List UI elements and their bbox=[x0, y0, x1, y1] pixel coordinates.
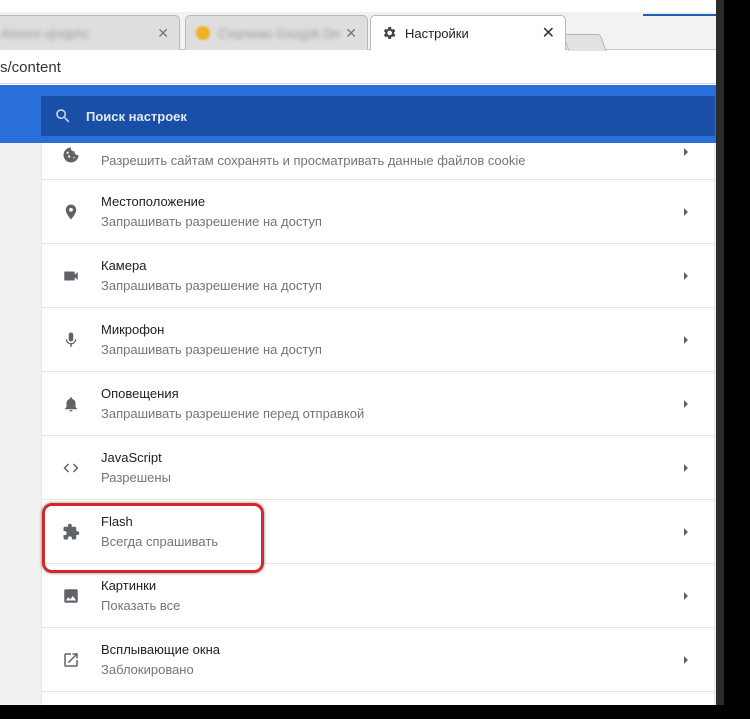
setting-row-microphone[interactable]: Микрофон Запрашивать разрешение на досту… bbox=[42, 308, 716, 372]
setting-subtitle: Показать все bbox=[101, 597, 181, 613]
setting-subtitle: Разрешить сайтам сохранять и просматрива… bbox=[101, 153, 526, 168]
close-icon[interactable]: ✕ bbox=[345, 25, 357, 42]
setting-title: Всплывающие окна bbox=[101, 641, 221, 657]
window-border-right bbox=[724, 0, 750, 719]
gear-icon bbox=[383, 27, 396, 39]
setting-row-cookies[interactable]: Разрешить сайтам сохранять и просматрива… bbox=[42, 143, 716, 180]
camera-icon bbox=[64, 271, 78, 280]
microphone-icon bbox=[65, 332, 77, 347]
close-icon[interactable]: ✕ bbox=[157, 25, 169, 42]
address-bar[interactable]: s/content bbox=[0, 51, 716, 84]
setting-title: Микрофон bbox=[101, 321, 165, 337]
chevron-right-icon bbox=[684, 655, 688, 664]
tab-settings[interactable]: Настройки ✕ bbox=[370, 15, 566, 50]
chevron-right-icon bbox=[684, 148, 688, 156]
setting-title: Картинки bbox=[101, 577, 157, 593]
popup-icon bbox=[64, 652, 78, 667]
setting-subtitle: Разрешены bbox=[101, 469, 171, 485]
setting-subtitle: Запрашивать разрешение на доступ bbox=[101, 213, 322, 229]
settings-header: Поиск настроек bbox=[0, 85, 716, 143]
tab-label: Cxqnwau Gxugzk Dmrr bbox=[218, 25, 340, 41]
setting-row-images[interactable]: Картинки Показать все bbox=[42, 564, 716, 628]
setting-subtitle: Запрашивать разрешение на доступ bbox=[101, 277, 322, 293]
location-icon bbox=[65, 204, 77, 219]
tab-1[interactable]: Amsmi ujnqphc ✕ bbox=[0, 15, 180, 50]
tab-strip: Amsmi ujnqphc ✕ Cxqnwau Gxugzk Dmrr ✕ На… bbox=[0, 12, 716, 54]
setting-title: Местоположение bbox=[101, 193, 206, 209]
tab-2[interactable]: Cxqnwau Gxugzk Dmrr ✕ bbox=[185, 15, 368, 50]
favicon-icon bbox=[196, 26, 210, 40]
setting-row-popups[interactable]: Всплывающие окна Заблокировано bbox=[42, 628, 716, 692]
chevron-right-icon bbox=[684, 335, 688, 344]
accent-line bbox=[643, 14, 716, 16]
search-icon bbox=[56, 109, 70, 123]
setting-subtitle: Заблокировано bbox=[101, 661, 194, 677]
url-text: s/content bbox=[0, 59, 61, 76]
setting-row-location[interactable]: Местоположение Запрашивать разрешение на… bbox=[42, 180, 716, 244]
setting-title: Оповещения bbox=[101, 385, 179, 401]
window-border-bottom bbox=[0, 705, 750, 719]
search-input[interactable]: Поиск настроек bbox=[41, 96, 715, 136]
chevron-right-icon bbox=[684, 207, 688, 216]
settings-content: Разрешить сайтам сохранять и просматрива… bbox=[0, 143, 716, 705]
bell-icon bbox=[65, 396, 77, 411]
close-icon[interactable]: ✕ bbox=[542, 23, 555, 43]
setting-row-notifications[interactable]: Оповещения Запрашивать разрешение перед … bbox=[42, 372, 716, 436]
chevron-right-icon bbox=[684, 399, 688, 408]
settings-card: Разрешить сайтам сохранять и просматрива… bbox=[41, 143, 716, 705]
flash-highlight-box bbox=[42, 503, 264, 573]
cookie-icon bbox=[63, 147, 79, 163]
setting-row-javascript[interactable]: JavaScript Разрешены bbox=[42, 436, 716, 500]
window-top-edge bbox=[0, 0, 750, 12]
image-icon bbox=[64, 588, 78, 603]
window-shadow bbox=[716, 0, 724, 705]
setting-subtitle: Запрашивать разрешение на доступ bbox=[101, 341, 322, 357]
chevron-right-icon bbox=[684, 463, 688, 472]
setting-subtitle: Запрашивать разрешение перед отправкой bbox=[101, 405, 365, 421]
chevron-right-icon bbox=[684, 527, 688, 536]
setting-title: Камера bbox=[101, 257, 147, 273]
chevron-right-icon bbox=[684, 591, 688, 600]
tab-label: Настройки bbox=[405, 25, 469, 41]
setting-row-camera[interactable]: Камера Запрашивать разрешение на доступ bbox=[42, 244, 716, 308]
tab-label: Amsmi ujnqphc bbox=[1, 25, 90, 41]
chevron-right-icon bbox=[684, 271, 688, 280]
search-placeholder: Поиск настроек bbox=[86, 108, 187, 124]
setting-title: JavaScript bbox=[101, 449, 162, 465]
code-icon bbox=[63, 463, 79, 472]
